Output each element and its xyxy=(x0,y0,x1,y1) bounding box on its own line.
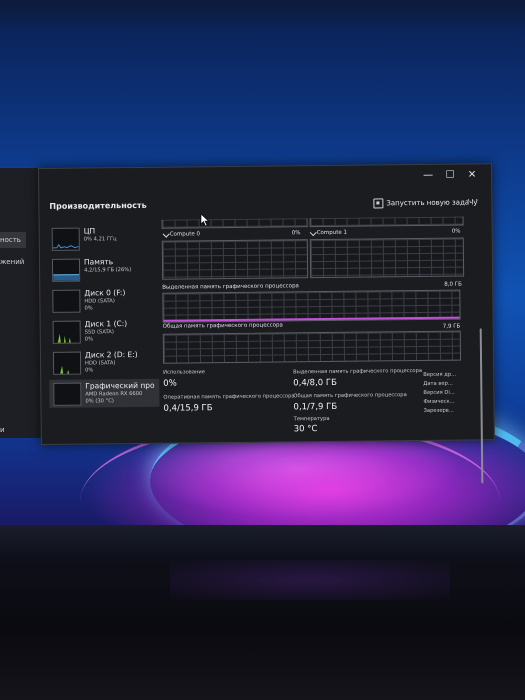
sidebar-item-detail: 4,2/15,9 ГБ (26%) xyxy=(84,267,132,274)
chevron-down-icon[interactable] xyxy=(309,229,317,237)
engine-selector-right[interactable]: Compute 1 xyxy=(317,230,347,236)
sidebar-item-gpu[interactable]: Графический про AMD Radeon RX 6600 0% (30… xyxy=(49,378,160,408)
engine-graph-top-left xyxy=(161,218,308,229)
dedicated-stat-label: Выделенная память графического процессор… xyxy=(293,367,423,376)
scrollbar[interactable] xyxy=(479,328,484,484)
gpu-graph-icon xyxy=(53,382,82,406)
desk-reflection xyxy=(170,560,450,600)
sidebar-item-detail: 0% 4,21 ГГц xyxy=(83,236,117,243)
run-task-icon xyxy=(373,198,384,209)
background-item-3: и xyxy=(0,426,5,434)
info-driver-version: Версия др... xyxy=(423,371,457,378)
info-physical-location: Физическ... xyxy=(423,398,455,405)
info-reserved-memory: Зарезерв... xyxy=(423,407,454,414)
engine-value-right: 0% xyxy=(451,228,461,235)
temperature-label: Температура xyxy=(293,415,330,423)
sidebar-item-cpu[interactable]: ЦП 0% 4,21 ГГц xyxy=(48,224,158,253)
run-new-task-label: Запустить новую задачу xyxy=(386,198,478,208)
monitor-bezel xyxy=(0,525,525,565)
sidebar-item-label: Память xyxy=(83,257,114,267)
engine-graph-left xyxy=(161,239,309,280)
performance-sidebar: ЦП 0% 4,21 ГГц Память 4,2/15,9 ГБ (26%) … xyxy=(48,224,160,435)
info-directx-version: Версия Di... xyxy=(423,389,455,396)
background-item-2: жений xyxy=(0,258,25,266)
engine-graph-right xyxy=(309,237,465,279)
engine-graph-top-right xyxy=(309,216,464,228)
sidebar-item-label: Диск 0 (F:) xyxy=(84,288,126,298)
background-item-1: ность xyxy=(0,236,21,244)
temperature-value: 30 °C xyxy=(293,424,318,435)
monitor-screen: ность жений и — ☐ ✕ Производительность З… xyxy=(0,0,525,540)
sidebar-item-label: Графический про xyxy=(85,380,155,391)
dedicated-memory-graph xyxy=(162,289,461,323)
disk-graph-icon xyxy=(52,320,81,344)
cpu-graph-icon xyxy=(51,227,80,251)
memory-graph-icon xyxy=(51,258,81,282)
page-title: Производительность xyxy=(49,200,147,211)
sidebar-item-label: ЦП xyxy=(83,226,96,236)
wall-shadow xyxy=(0,0,525,30)
task-manager-window: — ☐ ✕ Производительность Запустить новую… xyxy=(38,163,495,484)
page-header: Производительность Запустить новую задач… xyxy=(49,195,480,216)
chevron-down-icon[interactable] xyxy=(162,230,170,238)
mouse-cursor-icon xyxy=(200,213,210,227)
dedicated-memory-label: Выделенная память графического процессор… xyxy=(162,283,299,291)
sidebar-item-label: Диск 1 (C:) xyxy=(84,319,128,329)
disk-graph-icon xyxy=(52,351,82,375)
gpu-ram-value: 0,4/15,9 ГБ xyxy=(163,403,213,414)
dedicated-memory-level xyxy=(163,316,460,322)
sidebar-item-disk-0[interactable]: Диск 0 (F:) HDD (SATA) 0% xyxy=(48,286,158,315)
shared-memory-graph xyxy=(162,330,462,364)
sidebar-item-disk-1[interactable]: Диск 1 (C:) SSD (SATA) 0% xyxy=(49,317,159,346)
sidebar-item-label: Диск 2 (D: E:) xyxy=(84,349,138,360)
sidebar-item-detail: HDD (SATA) 0% xyxy=(84,298,115,312)
shared-stat-value: 0,1/7,9 ГБ xyxy=(293,401,338,413)
shared-memory-max: 7,9 ГБ xyxy=(442,323,461,330)
shared-stat-label: Общая память графического процессора xyxy=(293,392,407,400)
maximize-button[interactable]: ☐ xyxy=(439,168,461,184)
engine-selector-left[interactable]: Compute 0 xyxy=(170,231,200,237)
gpu-ram-label: Оперативная память графического процессо… xyxy=(163,393,295,401)
info-driver-date: Дата вер... xyxy=(423,380,453,387)
sidebar-item-detail: SSD (SATA) 0% xyxy=(84,329,114,343)
sidebar-item-detail: HDD (SATA) 0% xyxy=(85,360,116,374)
gpu-detail-pane: Compute 0 0% Compute 1 0% Выделенная пам… xyxy=(161,216,486,484)
more-options-button[interactable]: ··· xyxy=(467,195,480,206)
minimize-button[interactable]: — xyxy=(417,168,439,184)
usage-value: 0% xyxy=(163,378,177,389)
sidebar-item-memory[interactable]: Память 4,2/15,9 ГБ (26%) xyxy=(48,255,158,284)
run-new-task-button[interactable]: Запустить новую задачу xyxy=(373,197,478,209)
engine-value-left: 0% xyxy=(291,230,301,237)
disk-graph-icon xyxy=(52,289,81,313)
dedicated-memory-max: 8,0 ГБ xyxy=(444,281,462,288)
close-button[interactable]: ✕ xyxy=(461,167,483,183)
window-controls: — ☐ ✕ xyxy=(417,167,483,184)
usage-label: Использование xyxy=(163,369,205,376)
shared-memory-label: Общая память графического процессора xyxy=(162,322,283,330)
dedicated-stat-value: 0,4/8,0 ГБ xyxy=(293,377,337,389)
sidebar-item-disk-2[interactable]: Диск 2 (D: E:) HDD (SATA) 0% xyxy=(49,348,159,377)
sidebar-item-detail: AMD Radeon RX 6600 0% (30 °C) xyxy=(85,390,143,405)
